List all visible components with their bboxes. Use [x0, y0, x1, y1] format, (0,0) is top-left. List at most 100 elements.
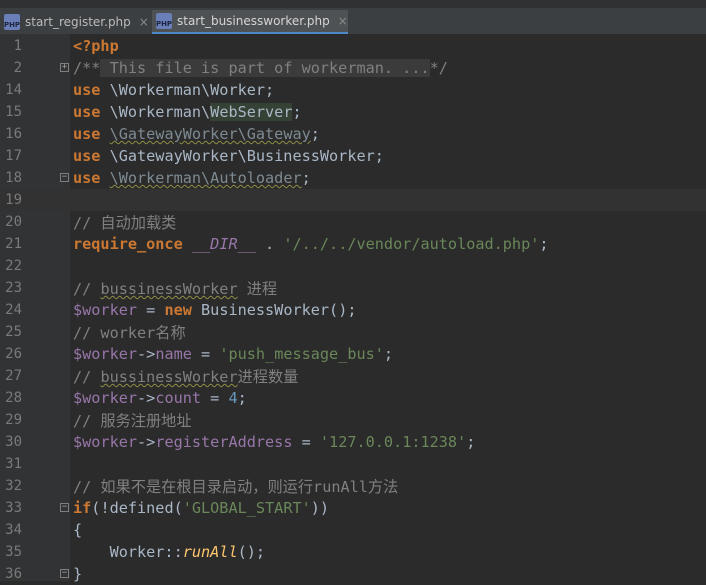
code-token: 'GLOBAL_START' [182, 499, 311, 517]
code-line[interactable]: 29 // 服务注册地址 [0, 409, 706, 431]
code-line[interactable]: 33 − if(!defined('GLOBAL_START')) [0, 497, 706, 519]
code-token: = [137, 301, 165, 319]
code-token: // 自动加载类 [73, 214, 177, 232]
fold-collapse-icon[interactable]: − [60, 503, 69, 512]
code-text: // bussinessWorker进程数量 [73, 365, 298, 387]
code-token: = [191, 345, 220, 363]
fold-collapse-icon[interactable]: − [60, 569, 69, 578]
code-token: ; [237, 389, 247, 407]
fold-collapse-icon[interactable]: − [60, 173, 69, 182]
code-line[interactable]: 23 // bussinessWorker 进程 [0, 277, 706, 299]
code-line[interactable]: 30 $worker->registerAddress = '127.0.0.1:… [0, 431, 706, 453]
code-token: use [73, 147, 101, 165]
code-token: . [255, 235, 284, 253]
code-line[interactable]: 17 use \GatewayWorker\BusinessWorker; [0, 145, 706, 167]
line-number: 1 [13, 38, 22, 54]
line-number: 14 [5, 82, 22, 98]
code-token: <?php [73, 37, 119, 55]
code-token: ; [292, 103, 302, 121]
code-text: use \GatewayWorker\BusinessWorker; [73, 147, 384, 165]
line-number: 36 [5, 566, 22, 582]
line-number: 26 [5, 346, 22, 362]
code-line[interactable]: 20 // 自动加载类 [0, 211, 706, 233]
code-line[interactable]: 32 // 如果不是在根目录启动，则运行runAll方法 [0, 475, 706, 497]
code-token: 4 [228, 389, 238, 407]
close-icon[interactable]: × [338, 14, 348, 28]
code-text: use \Workerman\WebServer; [73, 103, 302, 121]
code-line[interactable]: 25 // worker名称 [0, 321, 706, 343]
code-line[interactable]: 22 [0, 255, 706, 277]
code-line[interactable]: 27 // bussinessWorker进程数量 [0, 365, 706, 387]
code-line[interactable]: 19 [0, 189, 706, 211]
line-number: 30 [5, 434, 22, 450]
line-number: 23 [5, 280, 22, 296]
code-token: use [73, 81, 101, 99]
line-number: 32 [5, 478, 22, 494]
code-line[interactable]: 18 − use \Workerman\Autoloader; [0, 167, 706, 189]
code-token: count [155, 389, 202, 407]
code-text: Worker::runAll(); [73, 543, 265, 561]
code-line[interactable]: 35 Worker::runAll(); [0, 541, 706, 563]
code-token: use [73, 125, 101, 143]
code-token: */ [429, 59, 448, 77]
code-line[interactable]: 34 { [0, 519, 706, 541]
code-token: ; [539, 235, 549, 253]
code-line[interactable]: 28 $worker->count = 4; [0, 387, 706, 409]
code-line[interactable]: 21 require_once __DIR__ . '/../../vendor/… [0, 233, 706, 255]
code-line[interactable]: 26 $worker->name = 'push_message_bus'; [0, 343, 706, 365]
code-token: } [73, 565, 83, 583]
code-token: $worker [73, 389, 138, 407]
code-text: use \GatewayWorker\Gateway; [73, 125, 320, 143]
code-token: runAll [182, 543, 238, 561]
code-line[interactable]: 16 use \GatewayWorker\Gateway; [0, 123, 706, 145]
code-token: __DIR__ [191, 235, 256, 253]
code-token: (!defined( [91, 499, 183, 517]
line-number: 15 [5, 104, 22, 120]
php-file-icon: PHP [4, 14, 20, 30]
code-token: if [73, 499, 92, 517]
fold-expand-icon[interactable]: + [60, 63, 69, 72]
code-line[interactable]: 2 + /** This file is part of workerman. ..… [0, 57, 706, 79]
line-number: 21 [5, 236, 22, 252]
code-token: bussinessWorker [100, 368, 238, 386]
code-token: use [73, 169, 101, 187]
editor-tab-bar: PHP start_register.php × PHP start_busin… [0, 0, 706, 34]
code-token: // worker名称 [73, 324, 186, 342]
code-text: // 如果不是在根目录启动，则运行runAll方法 [73, 475, 398, 497]
line-number: 22 [5, 258, 22, 274]
line-number: 16 [5, 126, 22, 142]
code-token: \GatewayWorker\Gateway [109, 125, 311, 143]
code-token: /** [73, 59, 101, 77]
code-token: name [155, 345, 192, 363]
code-line[interactable]: 36 −} [0, 563, 706, 585]
code-text: use \Workerman\Autoloader; [73, 169, 311, 187]
line-number: 31 [5, 456, 22, 472]
code-token: '127.0.0.1:1238' [319, 433, 467, 451]
line-number: 2 [13, 60, 22, 76]
code-token: // [73, 368, 101, 386]
line-number: 19 [5, 192, 22, 208]
code-line[interactable]: 14 use \Workerman\Worker; [0, 79, 706, 101]
tab-start-businessworker[interactable]: PHP start_businessworker.php × [152, 10, 348, 34]
code-token: ; [466, 433, 476, 451]
code-line[interactable]: 15 use \Workerman\WebServer; [0, 101, 706, 123]
line-number: 33 [5, 500, 22, 516]
code-line[interactable]: 24 $worker = new BusinessWorker(); [0, 299, 706, 321]
code-text: { [73, 521, 82, 539]
php-file-icon: PHP [156, 13, 172, 29]
code-token: Worker:: [73, 543, 183, 561]
code-token: (); [237, 543, 266, 561]
code-line[interactable]: 31 [0, 453, 706, 475]
code-token: -> [137, 345, 156, 363]
line-number: 34 [5, 522, 22, 538]
code-text: // bussinessWorker 进程 [73, 277, 277, 299]
tab-start-register[interactable]: PHP start_register.php × [0, 10, 149, 34]
code-text: $worker = new BusinessWorker(); [73, 301, 356, 319]
code-token: // [73, 280, 101, 298]
code-line[interactable]: 1 <?php [0, 35, 706, 57]
code-token: = [201, 389, 229, 407]
close-icon[interactable]: × [139, 15, 149, 29]
